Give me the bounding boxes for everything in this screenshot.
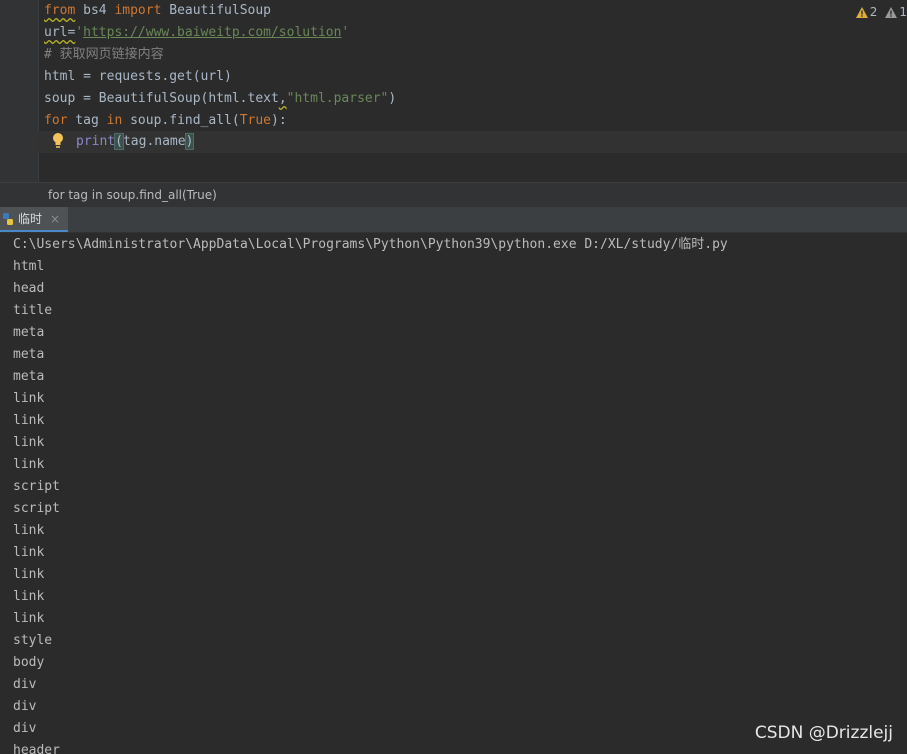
- warning-count: 2: [869, 5, 878, 19]
- console-output-line: div: [13, 677, 37, 692]
- code-line-3[interactable]: # 获取网页链接内容: [44, 44, 164, 66]
- console-output-line: link: [13, 611, 45, 626]
- code-token: import: [114, 3, 162, 18]
- console-output-line: link: [13, 413, 45, 428]
- code-token: from: [44, 3, 76, 18]
- console-output-line: link: [13, 391, 45, 406]
- console-output-line: meta: [13, 325, 45, 340]
- console-output-line: body: [13, 655, 45, 670]
- code-token: print: [76, 134, 116, 149]
- text-caret: [193, 134, 195, 149]
- console-output-line: html: [13, 259, 45, 274]
- breadcrumb[interactable]: for tag in soup.find_all(True): [0, 182, 907, 207]
- code-line-6[interactable]: for tag in soup.find_all(True):: [44, 110, 287, 132]
- code-token: ): [388, 91, 397, 106]
- console-output-line: link: [13, 457, 45, 472]
- code-token: ,: [278, 91, 287, 106]
- editor-gutter[interactable]: [0, 0, 39, 182]
- tab-run-config[interactable]: 临时 ×: [0, 207, 69, 232]
- console-output-line: script: [13, 501, 60, 516]
- close-icon[interactable]: ×: [50, 212, 60, 226]
- console-output-line: link: [13, 545, 45, 560]
- weak-warning-counter[interactable]: 1: [885, 5, 907, 19]
- console-output-line: link: [13, 589, 45, 604]
- code-token: ': [341, 25, 350, 40]
- breadcrumb-item[interactable]: for tag in soup.find_all(True): [48, 188, 217, 202]
- warning-counter[interactable]: 2: [855, 5, 878, 19]
- run-console[interactable]: C:\Users\Administrator\AppData\Local\Pro…: [0, 233, 907, 754]
- code-token: True: [239, 113, 271, 128]
- console-output-line: title: [13, 303, 53, 318]
- console-output-line: meta: [13, 369, 45, 384]
- console-output-line: div: [13, 699, 37, 714]
- console-output-line: link: [13, 435, 45, 450]
- console-output-line: head: [13, 281, 45, 296]
- console-output-line: div: [13, 721, 37, 736]
- console-command-line: C:\Users\Administrator\AppData\Local\Pro…: [13, 237, 728, 252]
- code-token: in: [106, 113, 123, 128]
- code-token: for: [44, 113, 68, 128]
- python-icon: [3, 212, 13, 225]
- code-token: ):: [271, 113, 287, 128]
- code-token: html = requests.get(url): [44, 69, 232, 84]
- code-token: BeautifulSoup: [161, 3, 271, 18]
- code-line-2[interactable]: url='https://www.baiweitp.com/solution': [44, 22, 349, 44]
- console-output-line: meta: [13, 347, 45, 362]
- run-tool-window-header: 临时 ×: [0, 207, 907, 233]
- code-token: ): [184, 133, 195, 150]
- console-output-line: script: [13, 479, 60, 494]
- lightbulb-icon[interactable]: [51, 132, 65, 150]
- console-output-line: header: [13, 743, 60, 754]
- tab-label: 临时: [18, 212, 43, 226]
- console-output-line: link: [13, 567, 45, 582]
- code-token: soup.find_all(: [122, 113, 240, 128]
- code-editor[interactable]: from bs4 import BeautifulSoup url='https…: [0, 0, 907, 182]
- console-output-line: link: [13, 523, 45, 538]
- weak-warning-count: 1: [899, 5, 907, 19]
- code-comment: # 获取网页链接内容: [44, 47, 164, 62]
- console-output-line: style: [13, 633, 53, 648]
- inspection-widget[interactable]: 2 1: [855, 4, 907, 20]
- code-token: tag: [67, 113, 107, 128]
- code-token: url=: [44, 25, 76, 40]
- code-token: soup = BeautifulSoup(html.text: [44, 91, 279, 106]
- code-token: "html.parser": [286, 91, 389, 106]
- code-line-5[interactable]: soup = BeautifulSoup(html.text,"html.par…: [44, 88, 396, 110]
- warning-icon: [855, 6, 868, 18]
- code-line-7[interactable]: print(tag.name): [76, 131, 195, 153]
- code-line-4[interactable]: html = requests.get(url): [44, 66, 232, 88]
- code-token: ': [75, 25, 84, 40]
- code-token: tag.name: [122, 134, 186, 149]
- code-token: bs4: [75, 3, 115, 18]
- code-url-link[interactable]: https://www.baiweitp.com/solution: [83, 25, 341, 40]
- code-token: (: [114, 133, 124, 150]
- code-line-1[interactable]: from bs4 import BeautifulSoup: [44, 0, 271, 22]
- weak-warning-icon: [885, 6, 898, 18]
- watermark: CSDN @Drizzlejj: [754, 723, 893, 743]
